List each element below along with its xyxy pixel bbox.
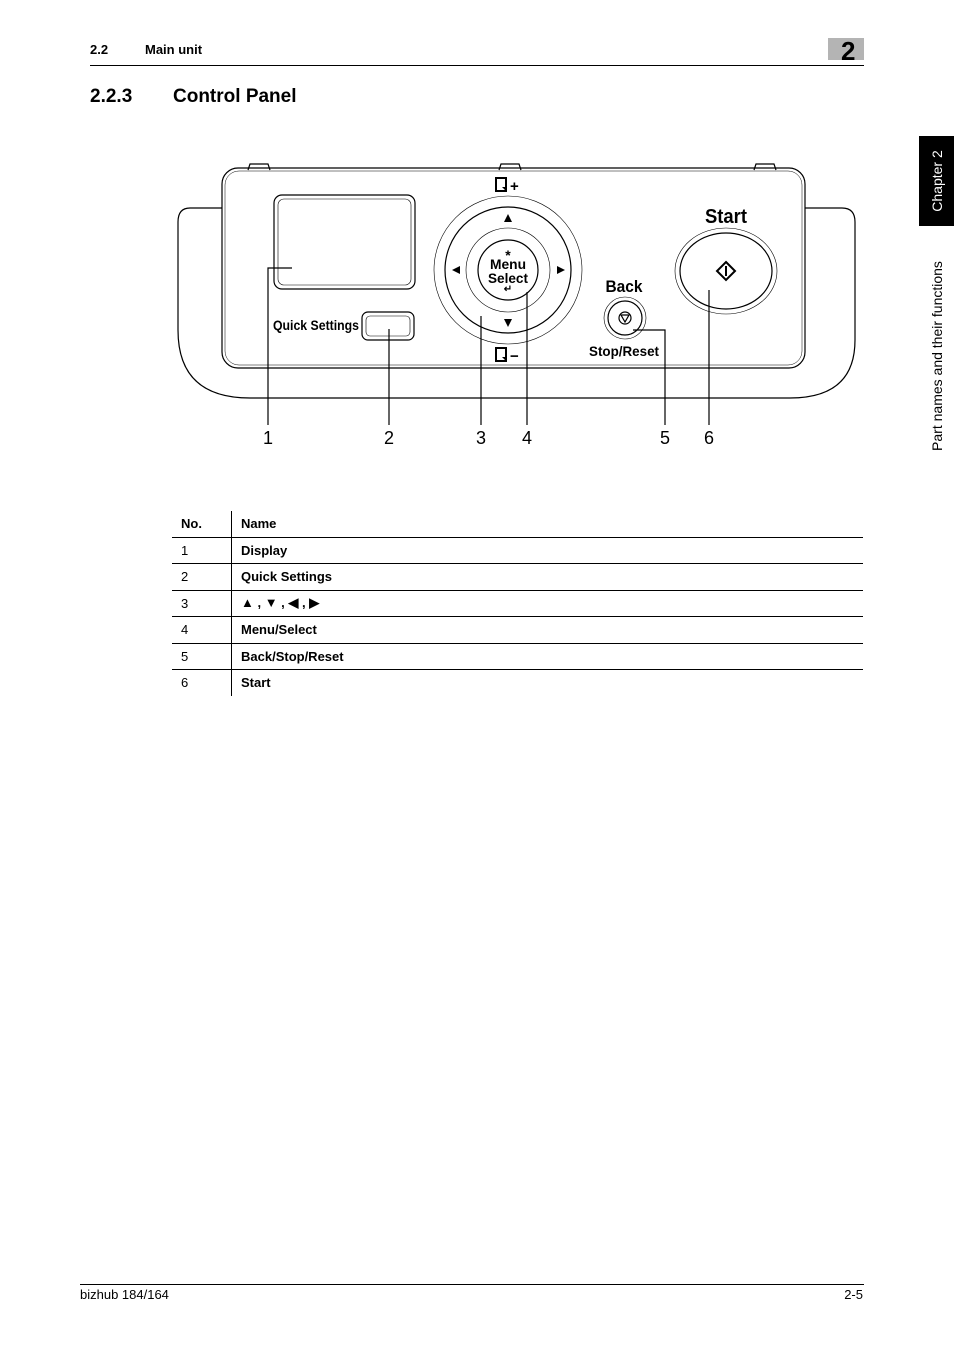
cell-no: 4: [172, 616, 232, 644]
display-screen: [273, 194, 416, 290]
column-header-name: Name: [231, 511, 863, 538]
cell-no: 6: [172, 669, 232, 696]
table-row: 2 Quick Settings: [172, 563, 863, 591]
panel-tab-left: [247, 163, 271, 171]
cell-name: Menu/Select: [231, 616, 863, 644]
callout-1: 1: [263, 428, 273, 448]
page-number: 2-5: [844, 1287, 863, 1302]
callout-5: 5: [660, 428, 670, 448]
panel-tab-right: [753, 163, 777, 171]
cell-name: Quick Settings: [231, 563, 863, 591]
cell-no: 3: [172, 590, 232, 617]
arrow-up-icon: [504, 214, 512, 222]
table-header-row: No. Name: [172, 511, 863, 538]
callout-3: 3: [476, 428, 486, 448]
callout-4: 4: [522, 428, 532, 448]
start-button: [674, 227, 778, 315]
enter-icon: ↵: [504, 284, 512, 295]
footer-model: bizhub 184/164: [80, 1287, 169, 1302]
quick-settings-button: [361, 311, 415, 341]
quick-settings-label: Quick Settings: [273, 317, 359, 333]
table-row: 4 Menu/Select: [172, 616, 863, 644]
table-row: 5 Back/Stop/Reset: [172, 643, 863, 670]
zoom-minus-label: −: [510, 348, 519, 365]
cell-no: 2: [172, 563, 232, 591]
cell-name: Display: [231, 537, 863, 564]
zoom-minus-page-icon: [495, 347, 507, 362]
arrow-down-icon: [504, 319, 512, 327]
panel-tab-mid: [498, 163, 522, 171]
stop-reset-button: [603, 296, 647, 340]
cell-no: 1: [172, 537, 232, 564]
table-row: 1 Display: [172, 537, 863, 564]
cell-name: Back/Stop/Reset: [231, 643, 863, 670]
stop-reset-label: Stop/Reset: [589, 343, 659, 359]
table-row: 3 ▲ , ▼ , ◀ , ▶: [172, 590, 863, 617]
footer-rule: [80, 1284, 864, 1285]
start-label: Start: [705, 206, 747, 228]
control-panel-figure: + − Quick Settings * Menu Select ↵ Back …: [177, 163, 856, 448]
panel-housing-back: [177, 207, 856, 399]
table-row: 6 Start: [172, 669, 863, 696]
parts-table: No. Name 1 Display 2 Quick Settings 3 ▲ …: [172, 511, 863, 696]
zoom-plus-page-icon: [495, 177, 507, 192]
callout-2: 2: [384, 428, 394, 448]
arrow-right-icon: [557, 266, 565, 274]
cell-no: 5: [172, 643, 232, 670]
callout-6: 6: [704, 428, 714, 448]
column-header-no: No.: [172, 511, 232, 538]
back-label: Back: [606, 277, 643, 296]
callout-line-1: [267, 267, 292, 425]
arrow-left-icon: [452, 266, 460, 274]
cell-name: ▲ , ▼ , ◀ , ▶: [231, 590, 863, 617]
zoom-plus-label: +: [510, 178, 519, 195]
cell-name: Start: [241, 675, 271, 691]
